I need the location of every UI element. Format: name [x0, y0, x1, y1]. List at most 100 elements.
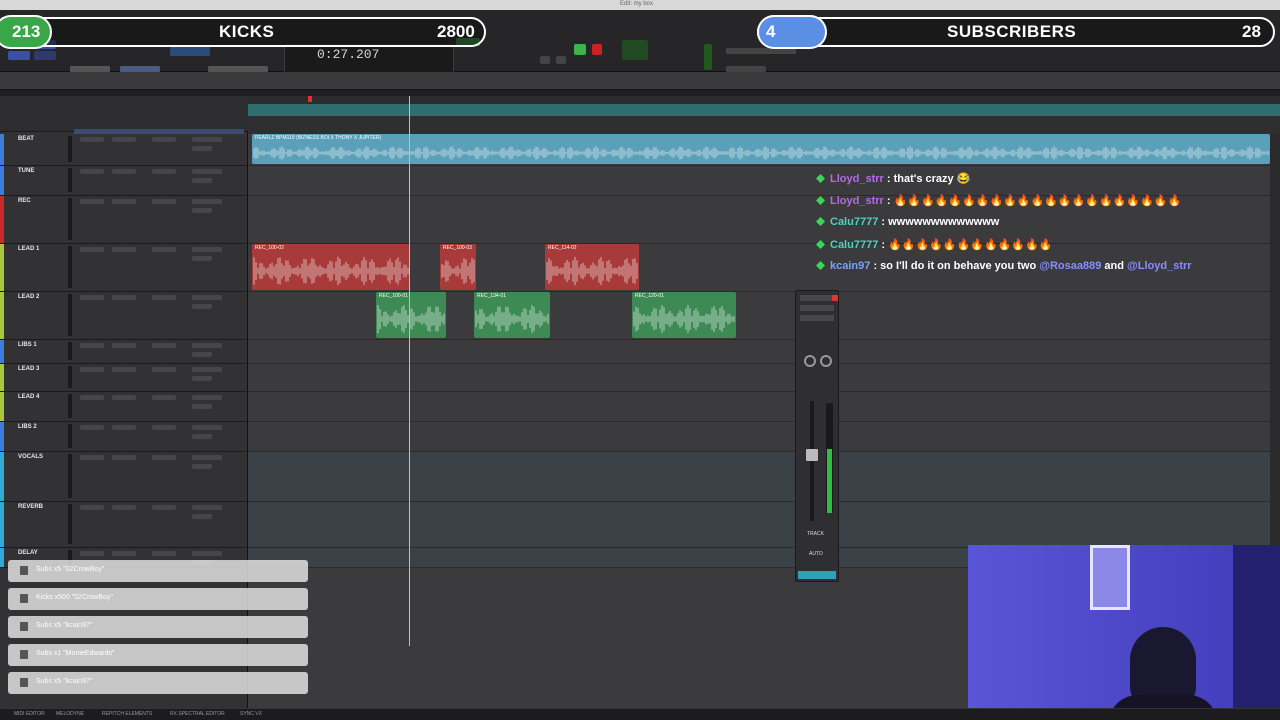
send-slot[interactable]	[152, 425, 176, 430]
track-name[interactable]: BEAT	[18, 136, 34, 142]
track-name[interactable]: LIBS 1	[18, 342, 37, 348]
chat-mention[interactable]: @Lloyd_strr	[1127, 260, 1192, 272]
io-selector[interactable]	[192, 169, 222, 174]
io-selector[interactable]	[192, 199, 222, 204]
volume-readout[interactable]	[192, 256, 212, 261]
track-name[interactable]: VOCALS	[18, 454, 43, 460]
insert-slot[interactable]	[112, 295, 136, 300]
track-lane[interactable]	[248, 166, 1270, 196]
track-header[interactable]: LEAD 4	[0, 392, 248, 422]
insert-slot[interactable]	[112, 425, 136, 430]
audio-clip[interactable]: REC_134-01	[474, 292, 550, 338]
io-selector[interactable]	[192, 367, 222, 372]
bottom-tab[interactable]: RX SPECTRAL EDITOR	[170, 711, 225, 717]
track-header[interactable]: TUNE	[0, 166, 248, 196]
insert-slot[interactable]	[80, 425, 104, 430]
close-icon[interactable]	[832, 295, 838, 301]
track-header[interactable]: VOCALS	[0, 452, 248, 502]
track-lane[interactable]	[248, 422, 1270, 452]
insert-slot[interactable]	[80, 199, 104, 204]
fast-forward-button[interactable]	[556, 56, 566, 64]
io-selector[interactable]	[192, 137, 222, 142]
send-slot[interactable]	[152, 505, 176, 510]
chat-mention[interactable]: @Rosaa889	[1039, 260, 1101, 272]
track-name[interactable]: REVERB	[18, 504, 43, 510]
count-off-display[interactable]	[622, 40, 648, 60]
insert-slot[interactable]	[112, 455, 136, 460]
audio-clip[interactable]: PEARLZ BPM119 (BIZNESS BOI X THONY X JUP…	[252, 134, 1270, 164]
audio-clip[interactable]: REC_100-02	[252, 244, 410, 290]
io-selector[interactable]	[192, 425, 222, 430]
track-name[interactable]: LIBS 2	[18, 424, 37, 430]
track-header[interactable]: REC	[0, 196, 248, 244]
audio-clip[interactable]: REC_114-02	[545, 244, 639, 290]
insert-slot[interactable]	[80, 395, 104, 400]
send-slot[interactable]	[152, 247, 176, 252]
pan-right-knob-icon[interactable]	[820, 355, 832, 367]
rewind-button[interactable]	[540, 56, 550, 64]
volume-readout[interactable]	[192, 352, 212, 357]
track-header[interactable]: BEAT	[0, 134, 248, 166]
insert-slot[interactable]	[112, 199, 136, 204]
track-name[interactable]: TUNE	[18, 168, 34, 174]
volume-readout[interactable]	[192, 208, 212, 213]
bottom-tab[interactable]: MIDI EDITOR	[14, 711, 45, 717]
pan-left-knob-icon[interactable]	[804, 355, 816, 367]
io-selector[interactable]	[192, 247, 222, 252]
timeline-ruler[interactable]	[248, 96, 1280, 104]
insert-slot[interactable]	[80, 343, 104, 348]
send-slot[interactable]	[152, 295, 176, 300]
track-lane[interactable]	[248, 502, 1270, 548]
insert-slot[interactable]	[112, 137, 136, 142]
io-selector[interactable]	[192, 343, 222, 348]
track-name[interactable]: LEAD 1	[18, 246, 39, 252]
send-slot[interactable]	[152, 455, 176, 460]
insert-slot[interactable]	[112, 395, 136, 400]
audio-clip[interactable]: REC_100-01	[376, 292, 446, 338]
record-button[interactable]	[592, 44, 602, 55]
insert-slot[interactable]	[80, 551, 104, 556]
input-slot[interactable]	[800, 315, 834, 321]
io-selector[interactable]	[192, 295, 222, 300]
track-header[interactable]: LIBS 1	[0, 340, 248, 364]
audio-clip[interactable]: REC_100-03	[440, 244, 476, 290]
track-lane[interactable]	[248, 340, 1270, 364]
track-lane[interactable]	[248, 452, 1270, 502]
insert-slot[interactable]	[112, 343, 136, 348]
insert-slot[interactable]	[80, 367, 104, 372]
volume-readout[interactable]	[192, 514, 212, 519]
send-slot[interactable]	[152, 137, 176, 142]
send-slot[interactable]	[152, 199, 176, 204]
chat-username[interactable]: kcain97	[830, 260, 870, 272]
insert-slot[interactable]	[80, 455, 104, 460]
volume-readout[interactable]	[192, 178, 212, 183]
bottom-tab[interactable]: SYNC VX	[240, 711, 262, 717]
insert-slot[interactable]	[112, 169, 136, 174]
insert-slot[interactable]	[80, 247, 104, 252]
send-slot[interactable]	[152, 395, 176, 400]
send-slot[interactable]	[152, 343, 176, 348]
track-lane[interactable]	[248, 364, 1270, 392]
audio-clip[interactable]: REC_120-01	[632, 292, 736, 338]
grid-mode-button[interactable]	[34, 51, 56, 60]
volume-readout[interactable]	[192, 404, 212, 409]
send-slot[interactable]	[152, 367, 176, 372]
volume-readout[interactable]	[192, 464, 212, 469]
track-header[interactable]: LEAD 3	[0, 364, 248, 392]
insert-slot[interactable]	[112, 367, 136, 372]
markers-ruler[interactable]	[248, 116, 1280, 134]
send-slot[interactable]	[152, 169, 176, 174]
send-slot[interactable]	[800, 305, 834, 311]
volume-fader[interactable]	[806, 449, 818, 461]
track-header[interactable]: LEAD 2	[0, 292, 248, 340]
insert-slot[interactable]	[80, 295, 104, 300]
insert-slot[interactable]	[112, 247, 136, 252]
track-name[interactable]: LEAD 4	[18, 394, 39, 400]
chat-username[interactable]: Calu7777	[830, 216, 878, 228]
volume-readout[interactable]	[192, 434, 212, 439]
track-name-plate[interactable]	[798, 571, 836, 579]
io-selector[interactable]	[192, 395, 222, 400]
insert-slot[interactable]	[112, 505, 136, 510]
play-button[interactable]	[574, 44, 586, 55]
main-counter[interactable]: 0:27.207	[284, 44, 454, 74]
